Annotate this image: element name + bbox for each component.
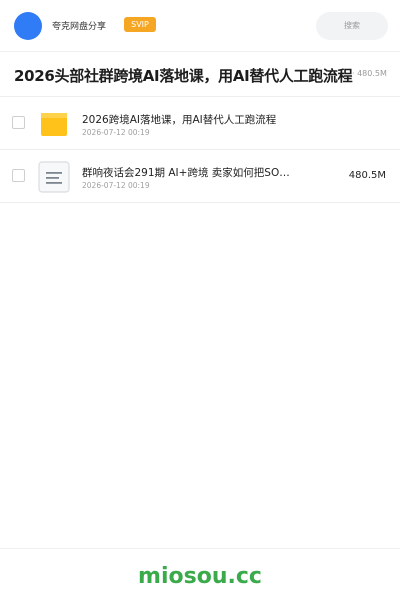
folder-titlebar: 2026头部社群跨境AI落地课，用AI替代人工跑流程 · 480.5M xyxy=(0,52,400,97)
file-size: 480.5M xyxy=(348,170,386,181)
brand-watermark: miosou.cc xyxy=(138,564,262,589)
list-item[interactable]: 2026跨境AI落地课，用AI替代人工跑流程 2026-07-12 00:19 xyxy=(0,97,400,150)
svip-badge: SVIP xyxy=(124,17,156,32)
footer: miosou.cc xyxy=(0,548,400,600)
list-item[interactable]: 群响夜话会291期 AI+跨境 卖家如何把SO… 2026-07-12 00:1… xyxy=(0,150,400,203)
search-input[interactable]: 搜索 xyxy=(316,12,388,40)
header: 夸克网盘分享 SVIP 搜索 xyxy=(0,0,400,52)
page-title: 2026头部社群跨境AI落地课，用AI替代人工跑流程 xyxy=(14,67,353,85)
share-page: 夸克网盘分享 SVIP 搜索 2026头部社群跨境AI落地课，用AI替代人工跑流… xyxy=(0,0,400,600)
avatar[interactable] xyxy=(14,12,42,40)
file-name[interactable]: 2026跨境AI落地课，用AI替代人工跑流程 xyxy=(82,112,276,127)
file-date: 2026-07-12 00:19 xyxy=(82,128,150,137)
file-date: 2026-07-12 00:19 xyxy=(82,181,150,190)
username: 夸克网盘分享 xyxy=(52,22,107,32)
folder-size: · 480.5M xyxy=(352,69,387,78)
document-icon xyxy=(38,161,70,193)
file-name[interactable]: 群响夜话会291期 AI+跨境 卖家如何把SO… xyxy=(82,165,290,180)
folder-icon xyxy=(41,113,67,136)
checkbox[interactable] xyxy=(12,169,25,182)
checkbox[interactable] xyxy=(12,116,25,129)
